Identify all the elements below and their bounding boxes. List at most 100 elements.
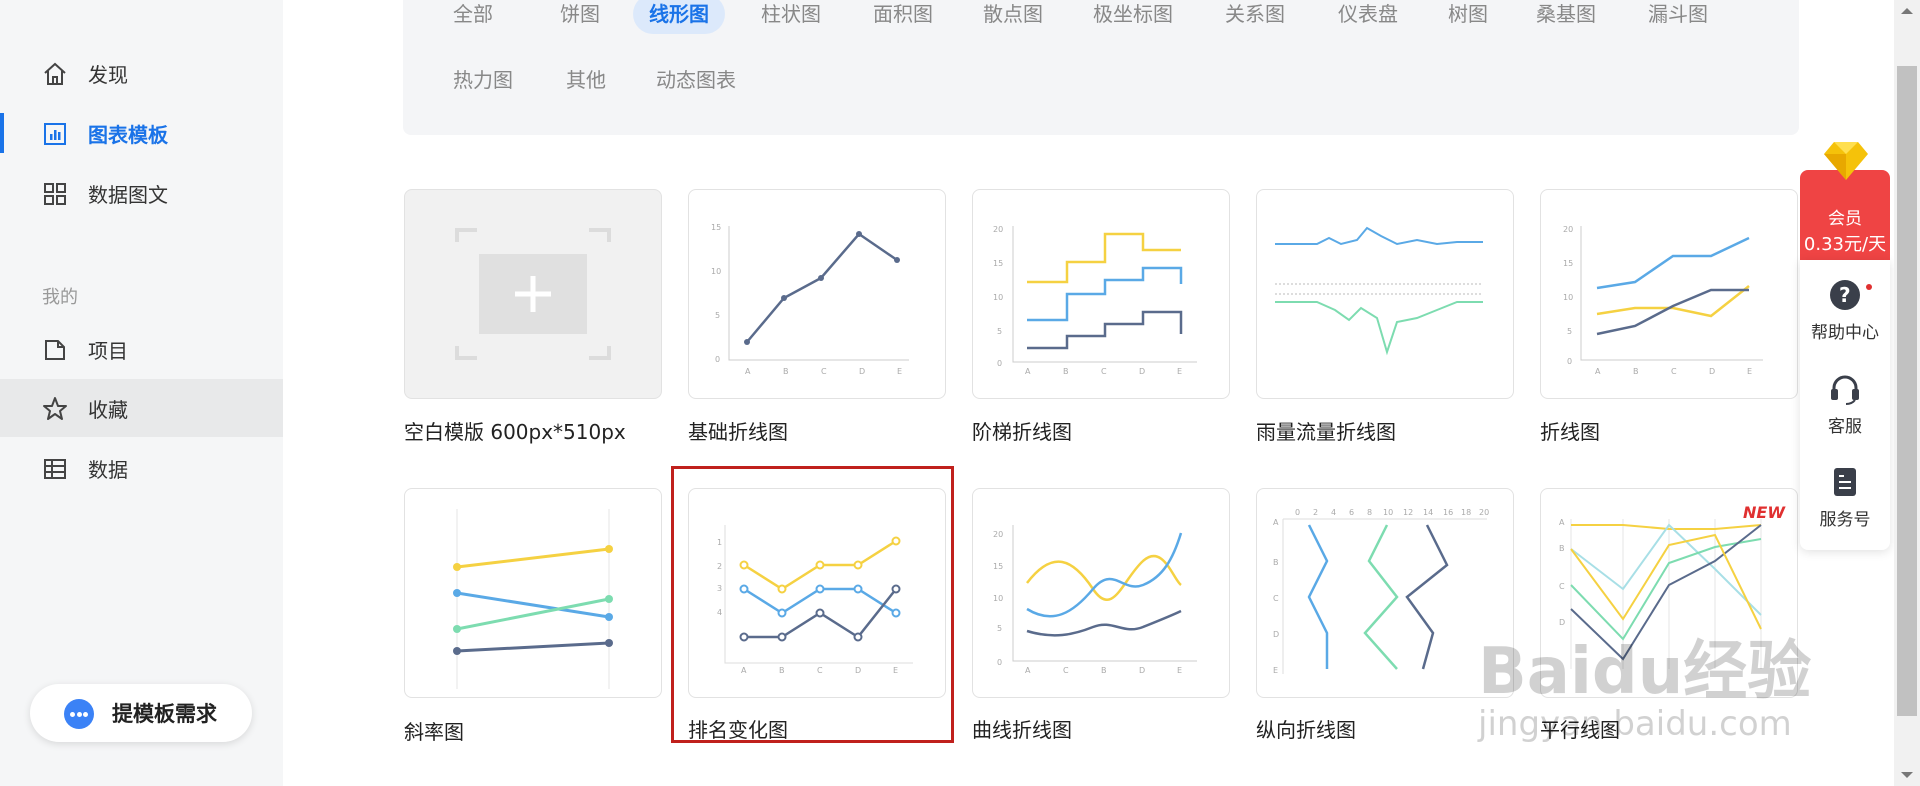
svg-text:C: C: [1559, 582, 1565, 591]
sidebar-item-projects[interactable]: 项目: [0, 320, 283, 378]
svg-text:0: 0: [997, 359, 1002, 368]
svg-text:0: 0: [1295, 508, 1300, 517]
svg-text:15: 15: [993, 259, 1003, 268]
svg-text:C: C: [821, 367, 827, 376]
customer-service-button[interactable]: 客服: [1800, 372, 1890, 437]
svg-text:E: E: [897, 367, 902, 376]
card-label: 斜率图: [404, 720, 464, 744]
tab-tree[interactable]: 树图: [1448, 0, 1488, 34]
svg-text:18: 18: [1461, 508, 1471, 517]
tab-relation[interactable]: 关系图: [1225, 0, 1285, 34]
svg-text:15: 15: [993, 562, 1003, 571]
template-card-blank[interactable]: [404, 189, 662, 399]
svg-text:B: B: [1559, 544, 1565, 553]
svg-text:E: E: [1177, 666, 1182, 675]
document-icon: [1834, 468, 1856, 496]
svg-text:0: 0: [997, 658, 1002, 667]
scroll-up-arrow-icon[interactable]: [1901, 8, 1913, 14]
sidebar-item-data-graphics[interactable]: 数据图文: [0, 164, 283, 222]
svg-text:A: A: [1595, 367, 1601, 376]
card-label: 空白模版 600px*510px: [404, 420, 626, 444]
template-card-step-line[interactable]: 20 15 10 5 0 A B C D E: [972, 189, 1230, 399]
tab-funnel[interactable]: 漏斗图: [1648, 0, 1708, 34]
svg-text:B: B: [783, 367, 789, 376]
sidebar: 发现 图表模板 数据图文 我的 项目 收藏 数据 提模板需求: [0, 0, 283, 786]
svg-text:A: A: [1559, 518, 1565, 527]
svg-text:A: A: [1025, 666, 1031, 675]
template-card-curve-line[interactable]: 20 15 10 5 0 A C B D E: [972, 488, 1230, 698]
svg-text:20: 20: [1563, 225, 1573, 234]
template-card-line[interactable]: 20 15 10 5 0 A B C D E: [1540, 189, 1798, 399]
svg-text:15: 15: [1563, 259, 1573, 268]
svg-text:0: 0: [715, 355, 720, 364]
scroll-down-arrow-icon[interactable]: [1901, 772, 1913, 778]
chat-bubble-icon: [64, 699, 94, 729]
sidebar-item-discover[interactable]: 发现: [0, 44, 283, 102]
tab-scatter[interactable]: 散点图: [983, 0, 1043, 34]
svg-text:D: D: [859, 367, 865, 376]
svg-text:C: C: [1273, 594, 1279, 603]
new-badge: NEW: [1743, 503, 1785, 522]
vip-price: 0.33元/天: [1803, 234, 1887, 255]
sidebar-item-label: 数据图文: [88, 182, 168, 207]
svg-text:D: D: [1139, 367, 1145, 376]
svg-text:20: 20: [993, 225, 1003, 234]
sidebar-item-data[interactable]: 数据: [0, 439, 283, 497]
svg-text:E: E: [1177, 367, 1182, 376]
tab-dynamic[interactable]: 动态图表: [656, 60, 736, 100]
tab-polar[interactable]: 极坐标图: [1093, 0, 1173, 34]
sidebar-item-label: 收藏: [88, 397, 128, 422]
chart-thumbnail: 15 10 5 0 A B C D E: [711, 223, 909, 376]
tab-other[interactable]: 其他: [566, 60, 606, 100]
svg-text:C: C: [1063, 666, 1069, 675]
account-label: 服务号: [1819, 510, 1871, 530]
section-title-mine: 我的: [42, 287, 78, 308]
vip-membership-button[interactable]: 会员 0.33元/天: [1800, 142, 1890, 260]
svg-text:5: 5: [997, 327, 1002, 336]
chart-template-icon: [44, 123, 66, 145]
official-account-button[interactable]: 服务号: [1800, 465, 1890, 530]
template-card-rainfall-line[interactable]: [1256, 189, 1514, 399]
svg-text:D: D: [1709, 367, 1715, 376]
template-card-slope[interactable]: [404, 488, 662, 698]
tab-all[interactable]: 全部: [453, 0, 493, 34]
svg-text:16: 16: [1443, 508, 1453, 517]
sidebar-item-favorites[interactable]: 收藏: [0, 379, 283, 437]
chart-thumbnail: [1275, 226, 1483, 356]
tab-sankey[interactable]: 桑基图: [1536, 0, 1596, 34]
submit-template-request-button[interactable]: 提模板需求: [30, 684, 252, 742]
svg-text:B: B: [1273, 558, 1279, 567]
chart-thumbnail: 20 15 10 5 0 A B C D E: [1563, 225, 1763, 376]
svg-text:2: 2: [1313, 508, 1318, 517]
svg-text:E: E: [1747, 367, 1752, 376]
scrollbar-thumb[interactable]: [1897, 66, 1917, 716]
home-icon: [44, 62, 66, 85]
notification-dot: [1866, 284, 1872, 290]
tab-line[interactable]: 线形图: [633, 0, 725, 34]
card-label: 折线图: [1540, 420, 1600, 444]
star-icon: [43, 397, 67, 420]
sidebar-item-chart-templates[interactable]: 图表模板: [0, 104, 283, 162]
tab-area[interactable]: 面积图: [873, 0, 933, 34]
table-icon: [44, 459, 66, 479]
tab-heatmap[interactable]: 热力图: [453, 60, 513, 100]
svg-text:C: C: [1671, 367, 1677, 376]
svg-text:4: 4: [1331, 508, 1336, 517]
help-center-button[interactable]: ? 帮助中心: [1800, 278, 1890, 343]
template-card-basic-line[interactable]: 15 10 5 0 A B C D E: [688, 189, 946, 399]
svg-text:5: 5: [1567, 327, 1572, 336]
tab-pie[interactable]: 饼图: [560, 0, 600, 34]
svg-text:12: 12: [1403, 508, 1413, 517]
chart-thumbnail: 20 15 10 5 0 A C B D E: [993, 525, 1197, 675]
svg-text:14: 14: [1423, 508, 1433, 517]
side-actions: ? 帮助中心 客服 服务号: [1800, 260, 1890, 550]
category-filter: 全部 饼图 线形图 柱状图 面积图 散点图 极坐标图 关系图 仪表盘 树图 桑基…: [403, 0, 1799, 135]
svg-text:B: B: [1101, 666, 1107, 675]
template-card-vertical-line[interactable]: 0 2 4 6 8 10 12 14 16 18 20 A B C D E: [1256, 488, 1514, 698]
svg-text:10: 10: [711, 267, 721, 276]
request-button-label: 提模板需求: [112, 702, 217, 726]
svg-text:10: 10: [1563, 293, 1573, 302]
tab-gauge[interactable]: 仪表盘: [1338, 0, 1398, 34]
sidebar-item-label: 数据: [88, 457, 128, 482]
tab-bar[interactable]: 柱状图: [761, 0, 821, 34]
